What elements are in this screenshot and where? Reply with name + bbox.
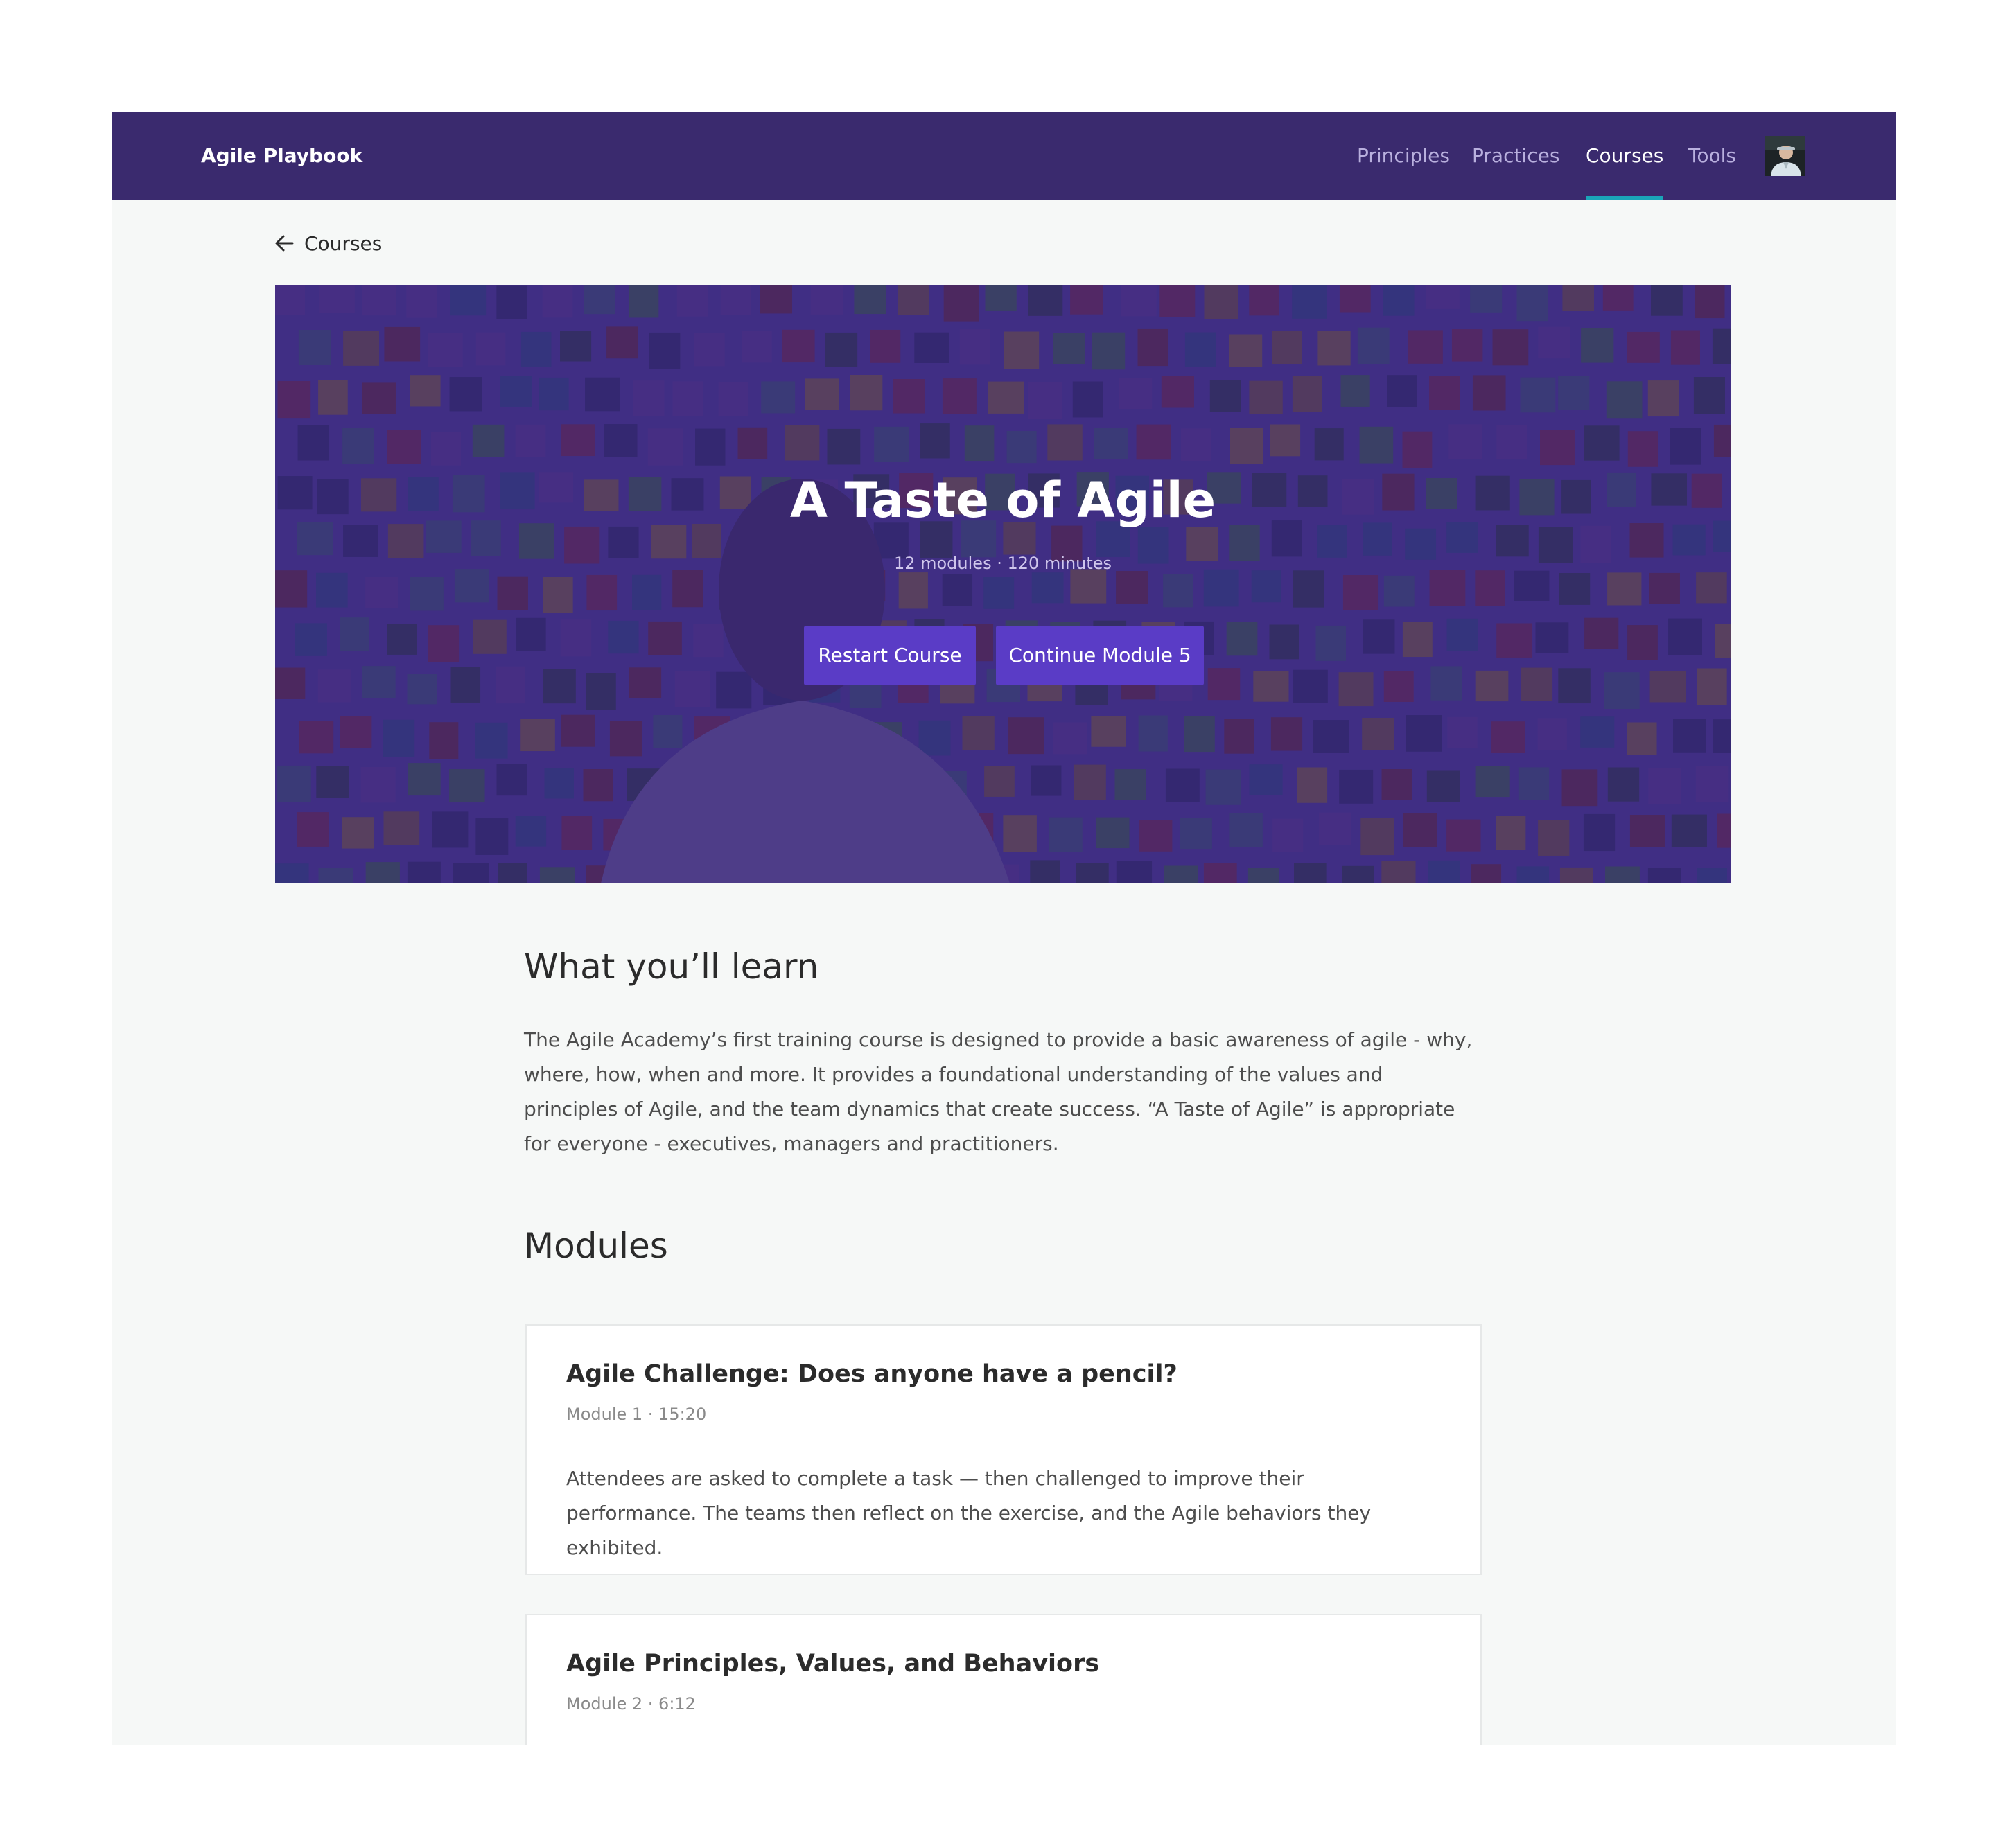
course-description: The Agile Academy’s first training cours… xyxy=(524,1028,1473,1155)
nav-item-practices[interactable]: Practices xyxy=(1472,112,1559,200)
modules-heading: Modules xyxy=(524,1226,668,1266)
app-window: Agile Playbook Principles Practices Cour… xyxy=(112,112,1896,1745)
app-logo-title[interactable]: Agile Playbook xyxy=(201,112,362,200)
continue-module-button[interactable]: Continue Module 5 xyxy=(996,626,1204,685)
hero-background-image xyxy=(275,285,1731,883)
nav-item-courses-label: Courses xyxy=(1586,144,1664,167)
back-to-courses-link[interactable]: Courses xyxy=(274,229,382,257)
top-navigation-bar: Agile Playbook Principles Practices Cour… xyxy=(112,112,1896,200)
avatar-photo-icon xyxy=(1765,136,1805,176)
module-meta: Module 1 · 15:20 xyxy=(566,1405,707,1424)
course-meta: 12 modules · 120 minutes xyxy=(893,554,1112,573)
back-link-label: Courses xyxy=(304,231,383,255)
module-title: Agile Challenge: Does anyone have a penc… xyxy=(566,1360,1178,1388)
module-card[interactable]: Agile Principles, Values, and Behaviors … xyxy=(525,1614,1482,1745)
nav-item-principles[interactable]: Principles xyxy=(1357,112,1450,200)
learn-heading: What you’ll learn xyxy=(524,947,819,987)
arrow-left-icon xyxy=(275,235,294,252)
course-title: A Taste of Agile xyxy=(789,472,1216,529)
module-title: Agile Principles, Values, and Behaviors xyxy=(566,1650,1100,1678)
course-hero-banner: A Taste of Agile 12 modules · 120 minute… xyxy=(275,285,1731,883)
nav-item-tools[interactable]: Tools xyxy=(1688,112,1736,200)
active-tab-indicator xyxy=(1586,196,1664,200)
nav-item-courses[interactable]: Courses xyxy=(1586,112,1664,200)
module-description: Attendees are asked to complete a task —… xyxy=(566,1467,1372,1559)
restart-course-button[interactable]: Restart Course xyxy=(804,626,976,685)
module-meta: Module 2 · 6:12 xyxy=(566,1694,696,1714)
user-avatar[interactable] xyxy=(1765,136,1805,176)
module-card[interactable]: Agile Challenge: Does anyone have a penc… xyxy=(525,1324,1482,1575)
